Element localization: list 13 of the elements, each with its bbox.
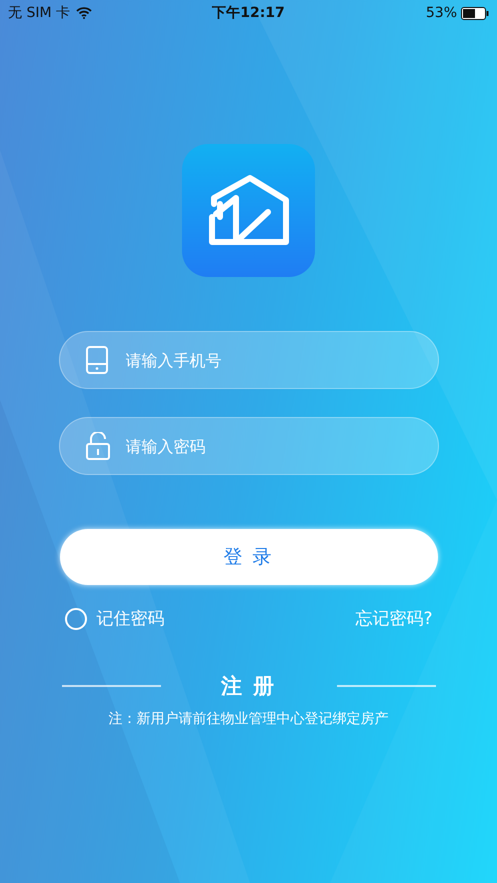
- login-button[interactable]: 登 录: [60, 529, 438, 585]
- battery-percent: 53%: [426, 5, 458, 21]
- carrier-text: 无 SIM 卡: [8, 4, 70, 22]
- lock-icon: [86, 432, 110, 460]
- wifi-icon: [76, 7, 92, 19]
- forgot-password-link[interactable]: 忘记密码?: [355, 607, 432, 630]
- register-note: 注：新用户请前往物业管理中心登记绑定房产: [108, 710, 388, 728]
- remember-checkbox[interactable]: [64, 608, 86, 630]
- register-link[interactable]: 注 册: [220, 672, 276, 700]
- phone-icon: [86, 346, 108, 374]
- status-time: 下午12:17: [212, 4, 285, 22]
- battery-icon: [461, 6, 490, 20]
- remember-label: 记住密码: [96, 608, 164, 630]
